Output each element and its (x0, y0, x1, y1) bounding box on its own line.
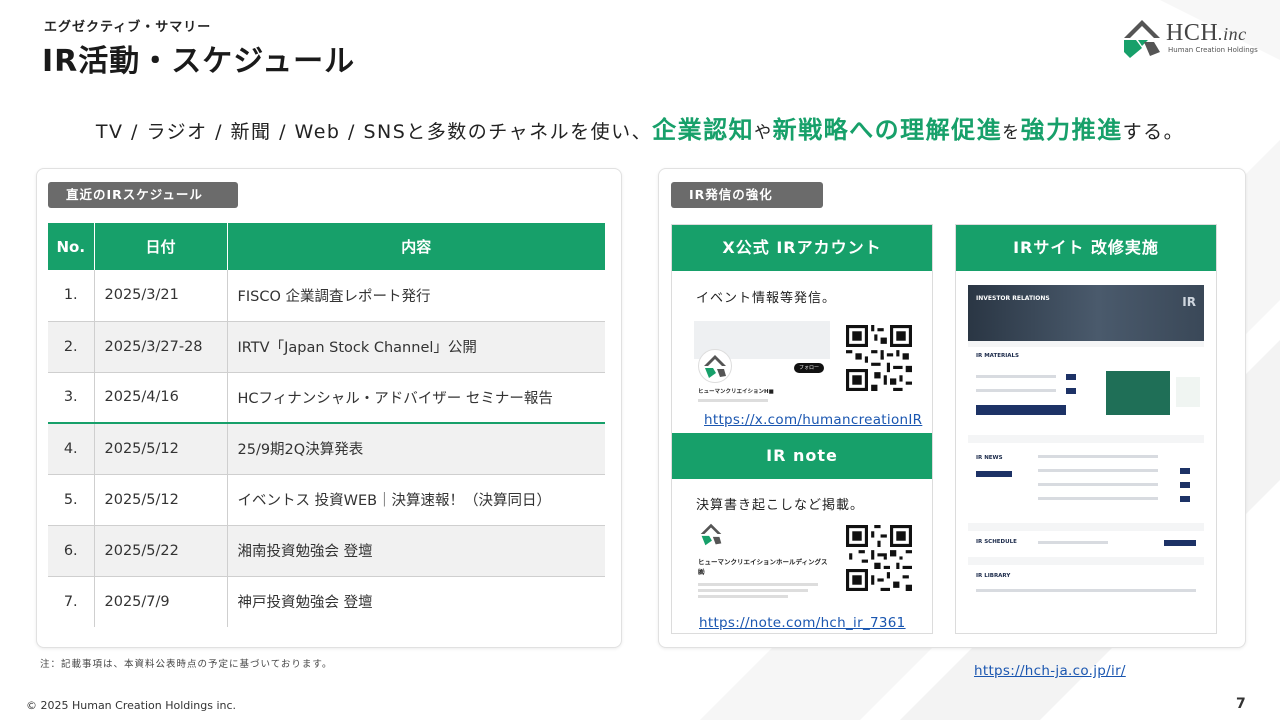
row-number: 3. (48, 372, 95, 424)
row-content: FISCO 企業調査レポート発行 (227, 270, 605, 322)
row-content: 25/9期2Q決算発表 (227, 422, 605, 475)
headline: TV / ラジオ / 新聞 / Web / SNSと多数のチャネルを使い、企業認… (95, 116, 1185, 144)
table-row: 5. 2025/5/12 イベントス 投資WEB｜決算速報！（決算同日） (48, 474, 605, 526)
row-date: 2025/5/12 (94, 474, 228, 526)
note-description: 決算書き起こしなど掲載。 (696, 498, 865, 513)
ir-site-header: IRサイト 改修実施 (956, 225, 1216, 271)
ir-site-card: IRサイト 改修実施 INVESTOR RELATIONS IR IR MATE… (955, 224, 1217, 679)
logo-wordmark: HCH.inc (1166, 20, 1247, 46)
row-content: イベントス 投資WEB｜決算速報！（決算同日） (227, 474, 605, 526)
site-section-title: IR NEWS (976, 455, 1003, 461)
row-date: 2025/3/27-28 (94, 321, 228, 373)
x-profile-name: ヒューマンクリエイションH■ (698, 389, 774, 395)
ir-outreach-panel: IR発信の強化 X公式 IRアカウント イベント情報等発信。 フォロー ヒューマ… (658, 168, 1246, 679)
column-header-content: 内容 (227, 223, 605, 270)
row-number: 5. (48, 474, 95, 526)
row-date: 2025/3/21 (94, 270, 228, 322)
row-number: 1. (48, 270, 95, 322)
ir-note-link[interactable]: https://note.com/hch_ir_7361 (699, 615, 906, 631)
site-section-news: IR NEWS (968, 443, 1204, 523)
note-profile-screenshot: ヒューマンクリエイションホールディングス㈱ (694, 515, 830, 607)
ir-site-link[interactable]: https://hch-ja.co.jp/ir/ (974, 663, 1126, 679)
row-content: 湘南投資勉強会 登壇 (227, 525, 605, 577)
ir-site-screenshot: INVESTOR RELATIONS IR IR MATERIALS IR NE… (968, 285, 1204, 601)
note-profile-name: ヒューマンクリエイションホールディングス㈱ (698, 558, 828, 576)
column-header-no: No. (48, 223, 95, 270)
table-row: 1. 2025/3/21 FISCO 企業調査レポート発行 (48, 270, 605, 322)
x-profile-screenshot: フォロー ヒューマンクリエイションH■ (694, 321, 830, 413)
row-number: 6. (48, 525, 95, 577)
row-date: 2025/7/9 (94, 576, 228, 627)
page-number: 7 (1236, 696, 1246, 712)
row-number: 4. (48, 422, 95, 475)
row-number: 7. (48, 576, 95, 627)
site-section-title: IR SCHEDULE (976, 539, 1017, 545)
site-section-schedule: IR SCHEDULE (968, 531, 1204, 557)
row-content: IRTV「Japan Stock Channel」公開 (227, 321, 605, 373)
x-follow-button: フォロー (794, 363, 824, 373)
schedule-table: No. 日付 内容 1. 2025/3/21 FISCO 企業調査レポート発行 … (48, 223, 605, 627)
copyright: © 2025 Human Creation Holdings inc. (26, 699, 237, 712)
site-hero-mark: IR (1182, 295, 1196, 309)
row-date: 2025/5/22 (94, 525, 228, 577)
page-title: IR活動・スケジュール (42, 44, 356, 79)
ir-note-header: IR note (672, 433, 932, 479)
x-qr-code-icon (846, 325, 912, 391)
site-section-materials: IR MATERIALS (968, 347, 1204, 435)
x-avatar (698, 349, 732, 383)
row-content: HCフィナンシャル・アドバイザー セミナー報告 (227, 372, 605, 424)
row-date: 2025/5/12 (94, 422, 228, 475)
logo-subtitle: Human Creation Holdings (1168, 46, 1258, 54)
note-qr-code-icon (846, 525, 912, 591)
x-account-header: X公式 IRアカウント (672, 225, 932, 271)
logo-mark-icon (1124, 20, 1160, 58)
company-logo: HCH.inc Human Creation Holdings (1120, 18, 1265, 60)
schedule-label: 直近のIRスケジュール (48, 182, 238, 208)
table-row: 7. 2025/7/9 神戸投資勉強会 登壇 (48, 576, 605, 627)
row-content: 神戸投資勉強会 登壇 (237, 595, 373, 612)
site-section-title: IR MATERIALS (976, 353, 1020, 359)
row-number: 2. (48, 321, 95, 373)
table-row: 2. 2025/3/27-28 IRTV「Japan Stock Channel… (48, 321, 605, 373)
site-hero-label: INVESTOR RELATIONS (976, 295, 1050, 302)
schedule-panel: 直近のIRスケジュール No. 日付 内容 1. 2025/3/21 FISCO… (36, 168, 622, 648)
x-note-card: X公式 IRアカウント イベント情報等発信。 フォロー ヒューマンクリエイション… (671, 224, 933, 634)
section-eyebrow: エグゼクティブ・サマリー (44, 20, 212, 35)
table-row: 3. 2025/4/16 HCフィナンシャル・アドバイザー セミナー報告 (48, 372, 605, 424)
site-section-library: IR LIBRARY (968, 565, 1204, 601)
footnote: 注：記載事項は、本資料公表時点の予定に基づいております。 (40, 659, 333, 670)
table-row: 6. 2025/5/22 湘南投資勉強会 登壇 (48, 525, 605, 577)
site-section-title: IR LIBRARY (976, 573, 1011, 579)
site-hero: INVESTOR RELATIONS IR (968, 285, 1204, 341)
x-account-link[interactable]: https://x.com/humancreationIR (704, 412, 922, 428)
table-row: 4. 2025/5/12 25/9期2Q決算発表 (48, 422, 605, 475)
row-date: 2025/4/16 (94, 372, 228, 424)
x-description: イベント情報等発信。 (696, 291, 837, 306)
column-header-date: 日付 (94, 223, 228, 270)
ir-outreach-label: IR発信の強化 (671, 182, 823, 208)
note-avatar-icon (700, 523, 722, 546)
